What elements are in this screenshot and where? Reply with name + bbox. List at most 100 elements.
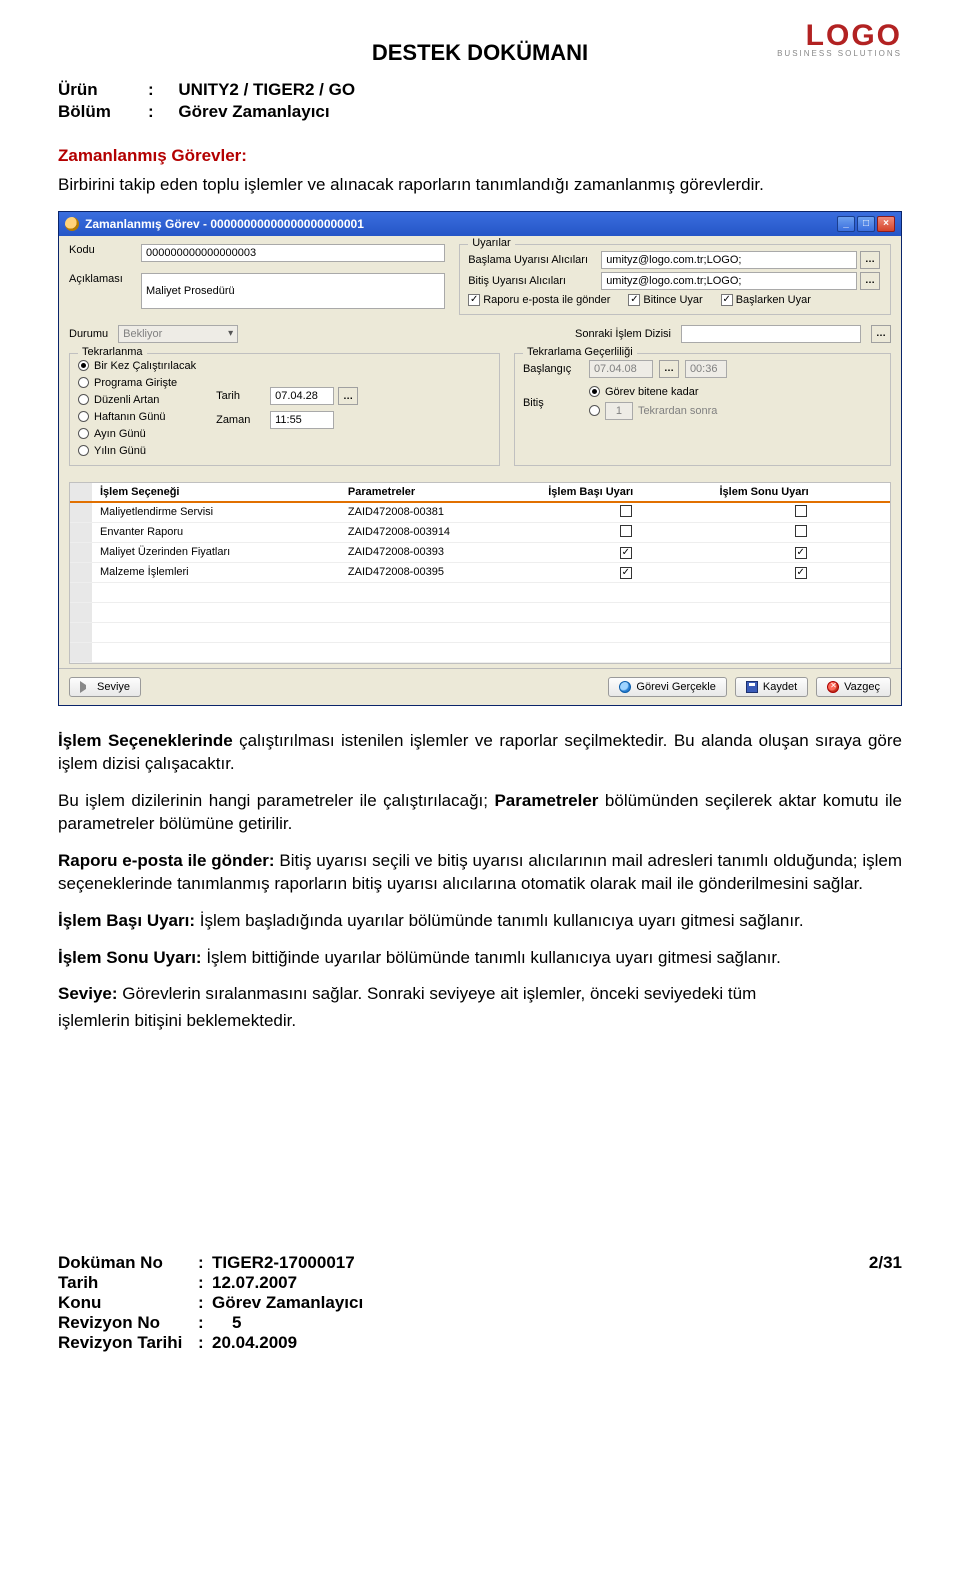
col-param[interactable]: Parametreler	[340, 483, 540, 502]
bitis-alici-label: Bitiş Uyarısı Alıcıları	[468, 275, 598, 287]
radio-gorev-bitene[interactable]: Görev bitene kadar	[589, 386, 882, 398]
row-handle	[70, 562, 92, 582]
bitince-uyar-chk[interactable]: ✓ Bitince Uyar	[628, 294, 702, 306]
zaman-input[interactable]: 11:55	[270, 411, 334, 429]
page-footer: Doküman No:TIGER2-17000017 Tarih:12.07.2…	[58, 1253, 902, 1353]
bitis-alici-browse[interactable]: …	[860, 272, 880, 290]
gecerlilik-group: Tekrarlama Geçerliliği Başlangıç 07.04.0…	[514, 353, 891, 466]
cell-son-uyari[interactable]	[711, 602, 890, 622]
para-eposta: Raporu e-posta ile gönder: Bitiş uyarısı…	[58, 850, 902, 896]
rapor-eposta-chk[interactable]: ✓ Raporu e-posta ile gönder	[468, 294, 610, 306]
tarih-browse[interactable]: …	[338, 387, 358, 405]
durumu-label: Durumu	[69, 328, 108, 340]
table-row[interactable]: Envanter RaporuZAID472008-003914	[70, 522, 890, 542]
cell-bas-uyari[interactable]: ✓	[540, 562, 711, 582]
radio-yilin-gunu[interactable]: Yılın Günü	[78, 445, 196, 457]
cell-son-uyari[interactable]: ✓	[711, 542, 890, 562]
cell-islem: Maliyet Üzerinden Fiyatları	[92, 542, 340, 562]
window-titlebar: Zamanlanmış Görev - 00000000000000000000…	[59, 212, 901, 236]
radio-bir-kez[interactable]: Bir Kez Çalıştırılacak	[78, 360, 196, 372]
window-icon	[65, 217, 79, 231]
row-handle	[70, 582, 92, 602]
table-row[interactable]: Maliyet Üzerinden FiyatlarıZAID472008-00…	[70, 542, 890, 562]
tekrarlanma-legend: Tekrarlanma	[78, 346, 147, 358]
window-title: Zamanlanmış Görev - 00000000000000000000…	[85, 217, 364, 231]
meta-product-value: UNITY2 / TIGER2 / GO	[178, 80, 355, 99]
sonraki-label: Sonraki İşlem Dizisi	[575, 328, 671, 340]
cell-son-uyari[interactable]: ✓	[711, 562, 890, 582]
table-row[interactable]	[70, 582, 890, 602]
cell-son-uyari[interactable]	[711, 502, 890, 523]
cell-son-uyari[interactable]	[711, 582, 890, 602]
sonraki-input[interactable]	[681, 325, 861, 343]
table-row[interactable]: Maliyetlendirme ServisiZAID472008-00381	[70, 502, 890, 523]
cell-bas-uyari[interactable]: ✓	[540, 542, 711, 562]
baslama-alici-browse[interactable]: …	[860, 251, 880, 269]
sonraki-browse[interactable]: …	[871, 325, 891, 343]
table-row[interactable]: Malzeme İşlemleriZAID472008-00395✓✓	[70, 562, 890, 582]
radio-tekrardan-sonra[interactable]: 1 Tekrardan sonra	[589, 402, 882, 420]
baslama-alici-input[interactable]: umityz@logo.com.tr;LOGO;	[601, 251, 857, 269]
baslarken-uyar-label: Başlarken Uyar	[736, 294, 811, 306]
radio-duzenli-artan[interactable]: Düzenli Artan	[78, 394, 196, 406]
tekrarlanma-group: Tekrarlanma Bir Kez Çalıştırılacak Progr…	[69, 353, 500, 466]
baslarken-uyar-chk[interactable]: ✓ Başlarken Uyar	[721, 294, 811, 306]
cell-son-uyari[interactable]	[711, 622, 890, 642]
tarih-label: Tarih	[216, 390, 262, 402]
cancel-icon	[827, 681, 839, 693]
col-bas-uyari[interactable]: İşlem Başı Uyarı	[540, 483, 711, 502]
aciklamasi-input[interactable]: Maliyet Prosedürü	[141, 273, 445, 309]
cell-param	[340, 622, 540, 642]
rapor-eposta-label: Raporu e-posta ile gönder	[483, 294, 610, 306]
cell-bas-uyari[interactable]	[540, 602, 711, 622]
baslangic-browse[interactable]: …	[659, 360, 679, 378]
kaydet-button[interactable]: Kaydet	[735, 677, 808, 697]
close-button[interactable]: ×	[877, 216, 895, 232]
app-window: Zamanlanmış Görev - 00000000000000000000…	[58, 211, 902, 706]
row-handle	[70, 522, 92, 542]
table-row[interactable]	[70, 642, 890, 662]
gorevi-gercekle-button[interactable]: Görevi Gerçekle	[608, 677, 726, 697]
dokno-value: TIGER2-17000017	[212, 1253, 363, 1273]
col-islem[interactable]: İşlem Seçeneği	[92, 483, 340, 502]
cell-son-uyari[interactable]	[711, 522, 890, 542]
para-basi: İşlem Başı Uyarı: İşlem başladığında uya…	[58, 910, 902, 933]
row-handle	[70, 602, 92, 622]
radio-haftanin-gunu[interactable]: Haftanın Günü	[78, 411, 196, 423]
cell-param: ZAID472008-003914	[340, 522, 540, 542]
cell-param	[340, 602, 540, 622]
table-row[interactable]	[70, 622, 890, 642]
cell-islem: Envanter Raporu	[92, 522, 340, 542]
row-selector-header	[70, 483, 92, 502]
col-son-uyari[interactable]: İşlem Sonu Uyarı	[711, 483, 890, 502]
page-number: 2/31	[869, 1253, 902, 1273]
row-handle	[70, 622, 92, 642]
cell-islem	[92, 622, 340, 642]
radio-programa-giriste[interactable]: Programa Girişte	[78, 377, 196, 389]
maximize-button[interactable]: □	[857, 216, 875, 232]
revt-label: Revizyon Tarihi	[58, 1333, 198, 1353]
cell-bas-uyari[interactable]	[540, 502, 711, 523]
seviye-button[interactable]: Seviye	[69, 677, 141, 697]
cell-islem	[92, 602, 340, 622]
cell-son-uyari[interactable]	[711, 642, 890, 662]
revno-label: Revizyon No	[58, 1313, 198, 1333]
radio-ayin-gunu[interactable]: Ayın Günü	[78, 428, 196, 440]
tarih-input[interactable]: 07.04.28	[270, 387, 334, 405]
cell-bas-uyari[interactable]	[540, 622, 711, 642]
tekrar-sayi-input: 1	[605, 402, 633, 420]
meta-product-label: Ürün	[58, 80, 148, 100]
kodu-input[interactable]: 000000000000000003	[141, 244, 445, 262]
cell-bas-uyari[interactable]	[540, 582, 711, 602]
table-row[interactable]	[70, 602, 890, 622]
revt-value: 20.04.2009	[212, 1333, 363, 1353]
bitis-alici-input[interactable]: umityz@logo.com.tr;LOGO;	[601, 272, 857, 290]
kodu-label: Kodu	[69, 244, 141, 256]
cell-bas-uyari[interactable]	[540, 642, 711, 662]
baslama-alici-label: Başlama Uyarısı Alıcıları	[468, 254, 598, 266]
vazgec-button[interactable]: Vazgeç	[816, 677, 891, 697]
minimize-button[interactable]: _	[837, 216, 855, 232]
cell-bas-uyari[interactable]	[540, 522, 711, 542]
durumu-select[interactable]: Bekliyor	[118, 325, 238, 343]
cell-param: ZAID472008-00381	[340, 502, 540, 523]
